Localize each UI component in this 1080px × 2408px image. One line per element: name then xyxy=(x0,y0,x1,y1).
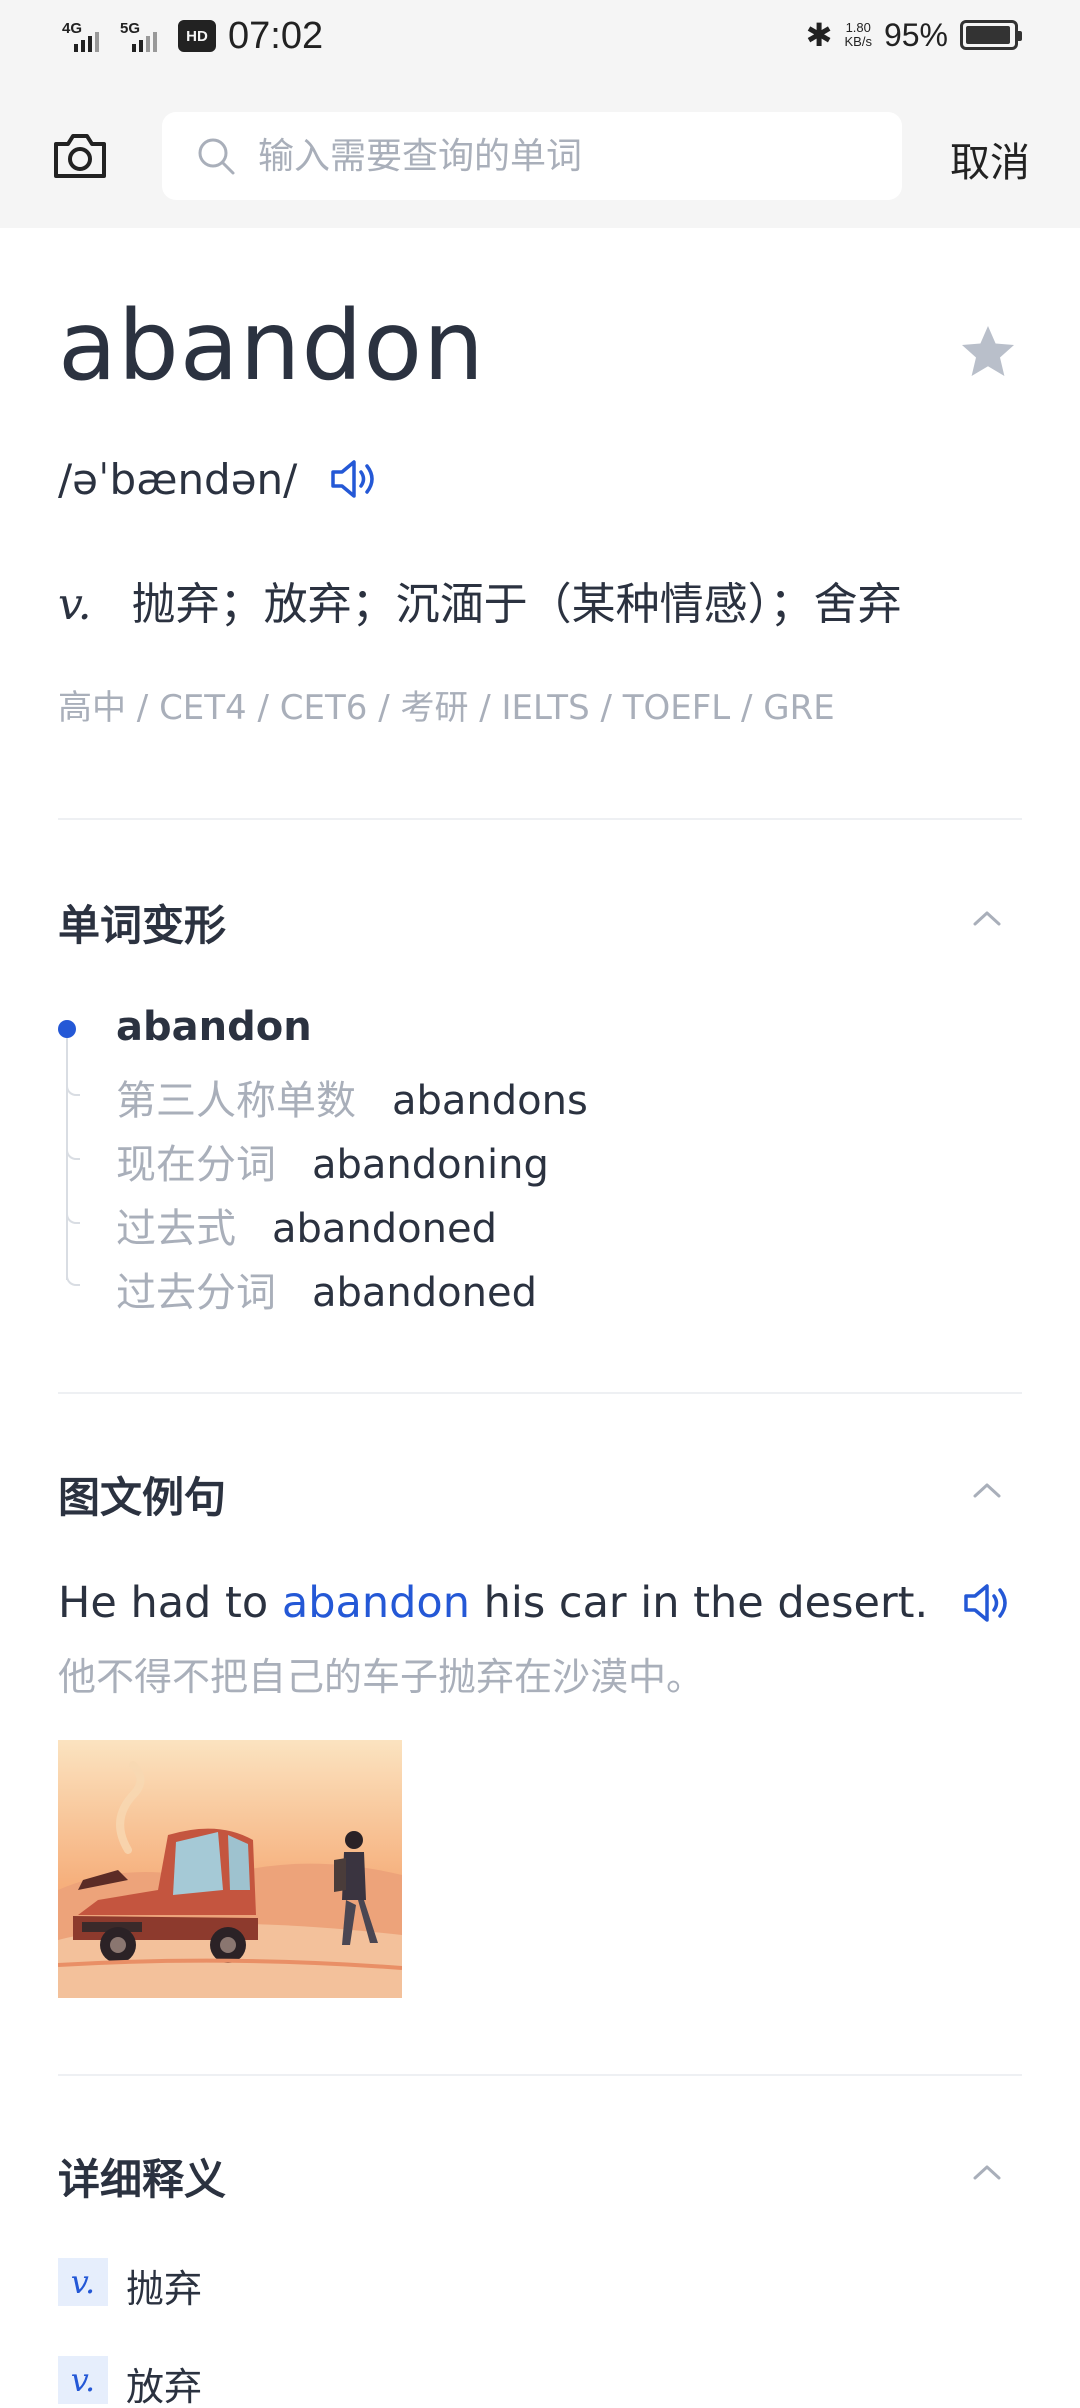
net-speed-unit: KB/s xyxy=(844,34,872,49)
inflection-label: 过去分词 xyxy=(116,1270,276,1316)
inflection-value[interactable]: abandons xyxy=(392,1078,588,1124)
inflection-label: 过去式 xyxy=(116,1206,236,1252)
favorite-star-icon[interactable] xyxy=(958,322,1018,382)
collapse-chevron-icon[interactable] xyxy=(972,1480,1002,1500)
timeline-branch xyxy=(66,1146,80,1160)
inflection-label: 现在分词 xyxy=(116,1142,276,1188)
inflection-value[interactable]: abandoning xyxy=(312,1142,549,1188)
net-speed: 1.80 KB/s xyxy=(844,21,871,49)
example-sentence-en: He had to abandon his car in the desert. xyxy=(58,1578,928,1628)
timeline-dot xyxy=(58,1020,76,1038)
search-header: 取消 xyxy=(0,86,1080,228)
headword: abandon xyxy=(58,290,485,402)
status-time: 07:02 xyxy=(228,14,324,57)
battery-percent: 95% xyxy=(883,16,948,53)
example-illustration[interactable] xyxy=(58,1740,402,1998)
search-box[interactable] xyxy=(162,112,902,200)
example-en-after: his car in the desert. xyxy=(469,1578,929,1628)
detailed-meaning: 放弃 xyxy=(126,2365,203,2408)
collapse-chevron-icon[interactable] xyxy=(972,2162,1002,2182)
main-definition: v. 抛弃；放弃；沉湎于（某种情感）；舍弃 xyxy=(58,568,902,632)
timeline-branch xyxy=(66,1082,80,1096)
definition-pos: v. xyxy=(58,579,92,630)
collapse-chevron-icon[interactable] xyxy=(972,908,1002,928)
inflections-title: 单词变形 xyxy=(58,901,227,950)
cancel-button[interactable]: 取消 xyxy=(950,130,1030,188)
status-bar: 4G 5G HD 07:02 ✱ 1.80 KB/s 95% xyxy=(0,0,1080,86)
inflection-value[interactable]: abandoned xyxy=(272,1206,497,1252)
net-speed-value: 1.80 xyxy=(845,20,871,35)
example-title: 图文例句 xyxy=(58,1473,227,1522)
definition-text: 抛弃；放弃；沉湎于（某种情感）；舍弃 xyxy=(131,579,902,630)
camera-icon[interactable] xyxy=(50,126,110,186)
pronunciation-speaker-icon[interactable] xyxy=(327,454,381,504)
inflection-item: 过去分词 abandoned xyxy=(116,1260,537,1318)
pos-tag: v. xyxy=(58,2356,108,2404)
inflection-item: 第三人称单数 abandons xyxy=(116,1068,588,1126)
timeline-branch xyxy=(66,1210,80,1224)
inflection-base-word: abandon xyxy=(116,1004,312,1050)
bluetooth-icon: ✱ xyxy=(805,17,833,53)
divider xyxy=(58,2074,1022,2076)
example-en-before: He had to xyxy=(58,1578,282,1628)
timeline-branch xyxy=(66,1272,80,1286)
search-input[interactable] xyxy=(258,135,858,177)
inflection-item: 现在分词 abandoning xyxy=(116,1132,549,1190)
phonetic-row: /əˈbændən/ xyxy=(58,454,381,504)
battery-icon xyxy=(960,20,1022,50)
status-right: ✱ 1.80 KB/s 95% xyxy=(805,16,1022,54)
sim1-signal-icon: 4G xyxy=(62,14,112,58)
sim2-signal-icon: 5G xyxy=(120,14,170,58)
example-highlight-word[interactable]: abandon xyxy=(282,1578,470,1628)
hd-label: HD xyxy=(186,27,208,45)
exam-levels: 高中 / CET4 / CET6 / 考研 / IELTS / TOEFL / … xyxy=(58,688,835,728)
divider xyxy=(58,1392,1022,1394)
hd-voice-icon: HD xyxy=(178,20,216,52)
detailed-title: 详细释义 xyxy=(58,2155,227,2204)
inflection-label: 第三人称单数 xyxy=(116,1078,356,1124)
inflection-value[interactable]: abandoned xyxy=(312,1270,537,1316)
search-icon xyxy=(198,138,235,175)
example-sentence-zh: 他不得不把自己的车子抛弃在沙漠中。 xyxy=(58,1655,705,1699)
example-speaker-icon[interactable] xyxy=(960,1578,1014,1628)
inflection-item: 过去式 abandoned xyxy=(116,1196,497,1254)
pos-tag: v. xyxy=(58,2258,108,2306)
detailed-meaning: 抛弃 xyxy=(126,2267,203,2311)
phonetic: /əˈbændən/ xyxy=(58,454,298,504)
status-left: 4G 5G HD 07:02 xyxy=(62,14,323,58)
inflection-base: abandon xyxy=(116,1004,312,1050)
divider xyxy=(58,818,1022,820)
